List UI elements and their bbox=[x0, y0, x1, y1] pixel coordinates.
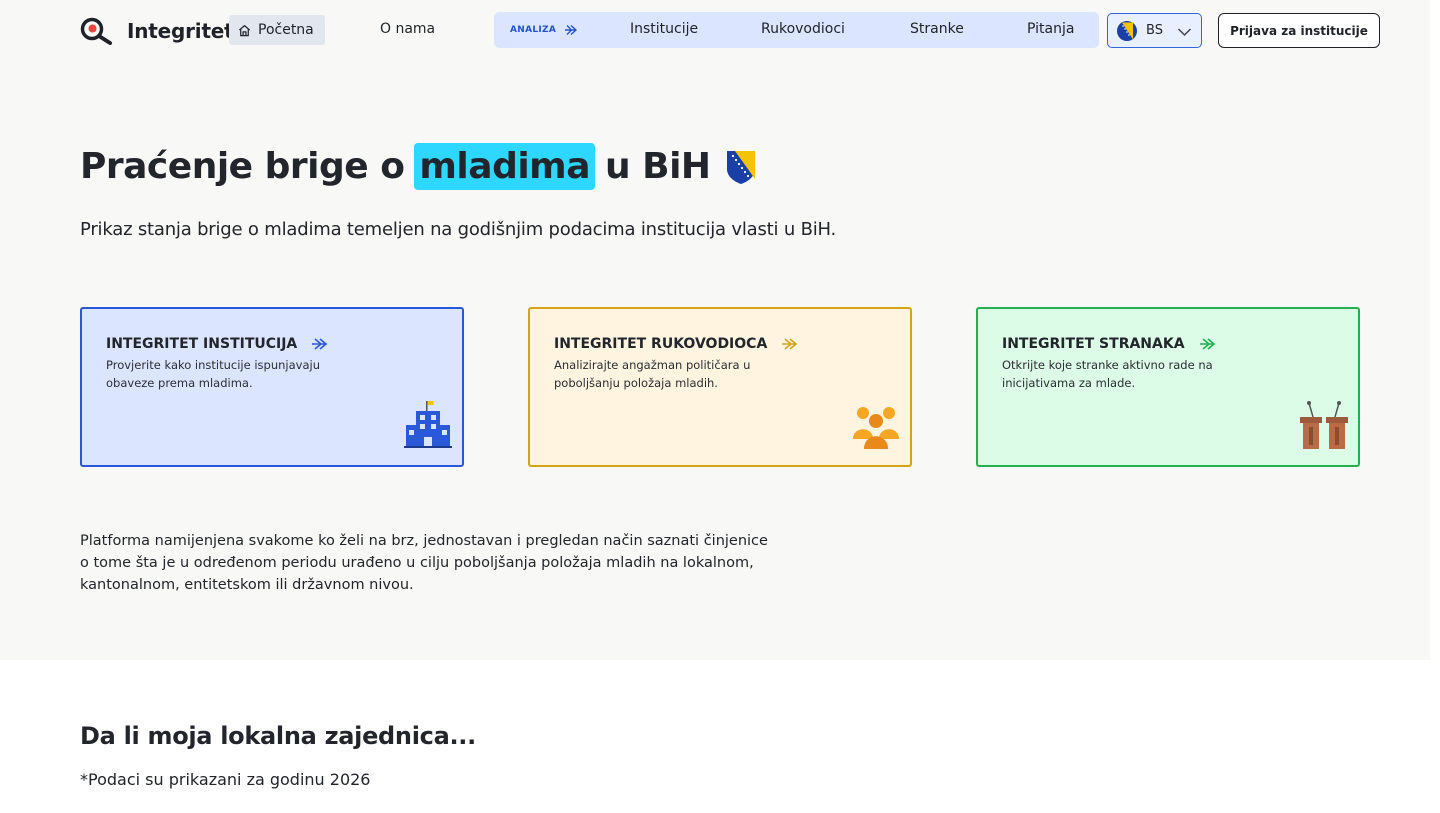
double-chevron-right-icon bbox=[312, 338, 328, 350]
double-chevron-right-icon bbox=[782, 338, 798, 350]
nav-institucije[interactable]: Institucije bbox=[630, 21, 698, 37]
bih-flag-icon bbox=[1117, 20, 1137, 41]
card-integritet-stranaka[interactable]: INTEGRITET STRANAKA Otkrijte koje strank… bbox=[976, 307, 1360, 467]
language-select[interactable]: BS bbox=[1107, 13, 1202, 48]
login-button[interactable]: Prijava za institucije bbox=[1218, 13, 1380, 48]
card-title-text: INTEGRITET STRANAKA bbox=[1002, 336, 1185, 352]
chevron-down-icon bbox=[1177, 28, 1192, 37]
analiza-label: ANALIZA bbox=[510, 24, 578, 36]
card-description: Analizirajte angažman političara u pobol… bbox=[554, 358, 751, 390]
people-icon bbox=[853, 407, 899, 449]
card-title-text: INTEGRITET INSTITUCIJA bbox=[106, 336, 298, 352]
section-note: *Podaci su prikazani za godinu 2026 bbox=[80, 770, 371, 789]
nav-pitanja[interactable]: Pitanja bbox=[1027, 21, 1074, 37]
double-chevron-right-icon bbox=[565, 24, 578, 36]
podium-icon bbox=[1300, 401, 1348, 449]
card-title: INTEGRITET INSTITUCIJA bbox=[106, 336, 438, 352]
analiza-nav: ANALIZA Institucije Rukovodioci Stranke … bbox=[494, 12, 1099, 48]
page-scroll-edge bbox=[1430, 0, 1440, 813]
nav-about[interactable]: O nama bbox=[380, 21, 435, 37]
title-before: Praćenje brige o bbox=[80, 146, 405, 187]
logo-text: Integritet bbox=[127, 19, 234, 43]
building-icon bbox=[404, 401, 452, 448]
section-title: Da li moja lokalna zajednica... bbox=[80, 722, 476, 750]
card-title: INTEGRITET RUKOVODIOCA bbox=[554, 336, 886, 352]
nav-rukovodioci[interactable]: Rukovodioci bbox=[761, 21, 845, 37]
nav-stranke[interactable]: Stranke bbox=[910, 21, 964, 37]
double-chevron-right-icon bbox=[1199, 338, 1215, 350]
nav-home[interactable]: Početna bbox=[229, 15, 325, 45]
card-integritet-rukovodioca[interactable]: INTEGRITET RUKOVODIOCA Analizirajte anga… bbox=[528, 307, 912, 467]
card-integritet-institucija[interactable]: INTEGRITET INSTITUCIJA Provjerite kako i… bbox=[80, 307, 464, 467]
title-after: u BiH bbox=[604, 146, 711, 187]
logo[interactable]: Integritet bbox=[80, 17, 234, 45]
home-icon bbox=[238, 24, 251, 36]
title-highlight: mladima bbox=[414, 143, 595, 190]
card-description: Provjerite kako institucije ispunjavaju … bbox=[106, 358, 320, 390]
page-subtitle: Prikaz stanja brige o mladima temeljen n… bbox=[80, 219, 837, 240]
page-title: Praćenje brige o mladima u BiH bbox=[80, 138, 757, 195]
nav-home-label: Početna bbox=[258, 22, 314, 38]
magnifier-logo-icon bbox=[80, 17, 112, 45]
bih-shield-icon bbox=[726, 150, 755, 184]
card-title-text: INTEGRITET RUKOVODIOCA bbox=[554, 336, 768, 352]
card-description: Otkrijte koje stranke aktivno rade na in… bbox=[1002, 358, 1213, 390]
language-value: BS bbox=[1146, 23, 1163, 38]
card-title: INTEGRITET STRANAKA bbox=[1002, 336, 1334, 352]
platform-description: Platforma namijenjena svakome ko želi na… bbox=[80, 533, 768, 593]
analiza-label-text: ANALIZA bbox=[510, 25, 557, 35]
